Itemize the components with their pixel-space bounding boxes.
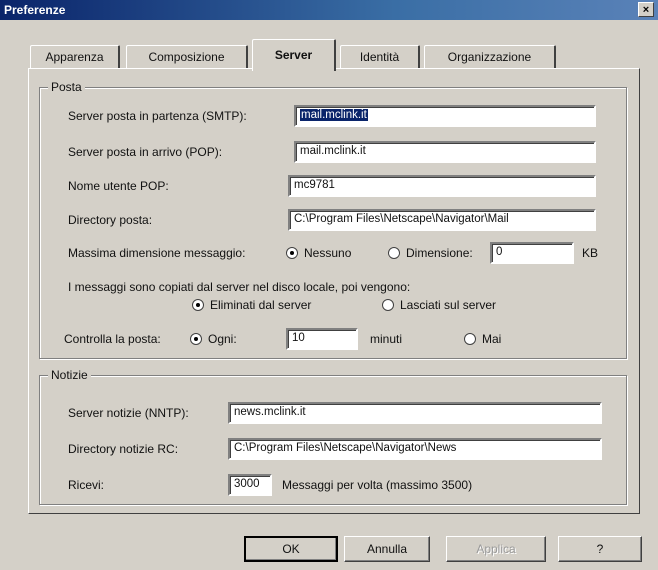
receive-note: Messaggi per volta (massimo 3500) [282, 478, 473, 492]
tab-apparenza[interactable]: Apparenza [30, 45, 120, 69]
max-size-input[interactable]: 0 [490, 242, 574, 264]
notizie-group-title: Notizie [48, 368, 91, 382]
check-interval-input[interactable]: 10 [286, 328, 358, 350]
tab-composizione[interactable]: Composizione [126, 45, 248, 69]
mail-dir-input[interactable]: C:\Program Files\Netscape\Navigator\Mail [288, 209, 596, 231]
radio-selected-icon [286, 247, 298, 259]
max-size-unit: KB [582, 246, 599, 260]
posta-group: Posta Server posta in partenza (SMTP): m… [39, 80, 627, 359]
delete-from-server-label: Eliminati dal server [210, 298, 312, 312]
tab-identita[interactable]: Identità [340, 45, 420, 69]
smtp-label: Server posta in partenza (SMTP): [68, 109, 247, 123]
keep-on-server-label: Lasciati sul server [400, 298, 497, 312]
mail-dir-label: Directory posta: [68, 213, 153, 227]
server-panel: Posta Server posta in partenza (SMTP): m… [28, 68, 640, 514]
pop-user-label: Nome utente POP: [68, 179, 169, 193]
copy-note: I messaggi sono copiati dal server nel d… [68, 280, 411, 294]
posta-group-title: Posta [48, 80, 85, 94]
news-dir-input[interactable]: C:\Program Files\Netscape\Navigator\News [228, 438, 602, 460]
check-interval-unit: minuti [370, 332, 403, 346]
check-every-label: Ogni: [208, 332, 237, 346]
radio-empty-icon [382, 299, 394, 311]
nntp-input[interactable]: news.mclink.it [228, 402, 602, 424]
receive-label: Ricevi: [68, 478, 105, 492]
window-title: Preferenze [4, 3, 66, 17]
news-dir-label: Directory notizie RC: [68, 442, 179, 456]
cancel-button[interactable]: Annulla [344, 536, 430, 562]
notizie-group: Notizie Server notizie (NNTP): news.mcli… [39, 368, 627, 505]
radio-selected-icon [192, 299, 204, 311]
ok-button[interactable]: OK [244, 536, 338, 562]
smtp-value: mail.mclink.it [300, 109, 368, 121]
radio-empty-icon [464, 333, 476, 345]
apply-button[interactable]: Applica [446, 536, 546, 562]
smtp-input[interactable]: mail.mclink.it [294, 105, 596, 127]
pop-input[interactable]: mail.mclink.it [294, 141, 596, 163]
max-size-none-radio[interactable]: Nessuno [286, 246, 351, 260]
check-never-radio[interactable]: Mai [464, 332, 501, 346]
tab-organizzazione[interactable]: Organizzazione [424, 45, 556, 69]
nntp-label: Server notizie (NNTP): [68, 406, 189, 420]
keep-on-server-radio[interactable]: Lasciati sul server [382, 298, 496, 312]
max-size-none-label: Nessuno [304, 246, 352, 260]
max-size-custom-radio[interactable]: Dimensione: [388, 246, 473, 260]
title-bar: Preferenze × [0, 0, 658, 20]
radio-selected-icon [190, 333, 202, 345]
check-every-radio[interactable]: Ogni: [190, 332, 237, 346]
max-size-custom-label: Dimensione: [406, 246, 473, 260]
help-button[interactable]: ? [558, 536, 642, 562]
check-mail-label: Controlla la posta: [64, 332, 161, 346]
pop-label: Server posta in arrivo (POP): [68, 145, 223, 159]
check-never-label: Mai [482, 332, 502, 346]
pop-user-input[interactable]: mc9781 [288, 175, 596, 197]
close-button[interactable]: × [638, 2, 654, 17]
delete-from-server-radio[interactable]: Eliminati dal server [192, 298, 311, 312]
tab-server[interactable]: Server [252, 39, 336, 71]
radio-empty-icon [388, 247, 400, 259]
max-size-label: Massima dimensione messaggio: [68, 246, 246, 260]
receive-input[interactable]: 3000 [228, 474, 272, 496]
